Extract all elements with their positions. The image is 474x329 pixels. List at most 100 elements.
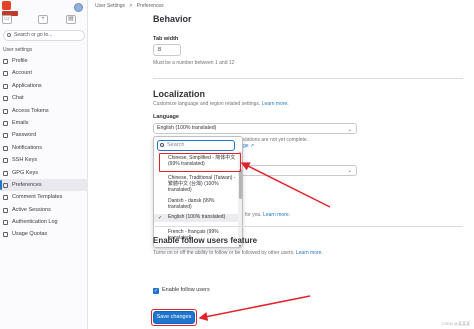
sidebar-item-label: Emails: [12, 119, 29, 126]
sidebar-item-label: Profile: [12, 58, 28, 64]
sidebar-item-preferences[interactable]: Preferences: [0, 178, 88, 192]
preferences-icon: [3, 182, 8, 188]
follow-users-description-text: Turns on or off the ability to follow or…: [153, 250, 295, 256]
sidebar-item-access-tokens[interactable]: Access Tokens: [0, 105, 88, 117]
sidebar-item-authentication-log[interactable]: Authentication Log: [0, 216, 88, 228]
language-select[interactable]: English (100% translated) ⌄: [153, 123, 357, 134]
localization-heading: Localization: [153, 89, 206, 99]
enable-follow-users-label[interactable]: Enable follow users: [162, 287, 210, 293]
key-icon: [3, 158, 8, 164]
language-search-placeholder: Search: [167, 142, 185, 148]
sidebar-item-ssh-keys[interactable]: SSH Keys: [0, 154, 88, 166]
mail-icon: [3, 120, 8, 126]
follow-users-description: Turns on or off the ability to follow or…: [153, 250, 323, 256]
localization-learn-more-link[interactable]: Learn more.: [262, 101, 289, 107]
search-input[interactable]: Search or go to...: [3, 30, 85, 41]
breadcrumb-separator: >: [129, 3, 133, 9]
sidebar-item-label: Comment Templates: [12, 194, 63, 201]
sidebar-item-label: Chat: [12, 95, 24, 102]
first-day-of-week-select[interactable]: ⌄: [239, 165, 357, 176]
language-search-input[interactable]: Search: [157, 140, 235, 151]
search-placeholder: Search or go to...: [14, 32, 53, 38]
watermark: CSDN @某某某: [441, 321, 470, 326]
lock-icon: [3, 133, 8, 139]
external-link-icon: ↗: [249, 143, 255, 149]
tab-width-input[interactable]: 8: [153, 44, 181, 56]
follow-users-learn-more-link[interactable]: Learn more.: [296, 250, 323, 256]
search-icon: [7, 33, 11, 37]
account-icon: [3, 71, 8, 77]
section-divider: [153, 226, 463, 227]
language-option-label: English (100% translated): [168, 214, 226, 220]
sidebar-header: ▭ + ▤: [0, 0, 88, 26]
sidebar-item-label: Active Sessions: [12, 206, 51, 213]
language-label: Language: [153, 114, 179, 120]
user-icon: [3, 59, 8, 64]
sidebar-item-active-sessions[interactable]: Active Sessions: [0, 204, 88, 216]
enable-follow-users-checkbox[interactable]: ✓: [153, 288, 159, 294]
time-preferences-help-text: for you.: [245, 212, 262, 218]
chevron-down-icon: ⌄: [347, 168, 352, 174]
sidebar-item-label: Notifications: [12, 144, 42, 151]
tab-width-label: Tab width: [153, 36, 179, 42]
sidebar-item-label: Applications: [12, 82, 42, 89]
sidebar-item-emails[interactable]: Emails: [0, 117, 88, 129]
search-icon: [160, 143, 164, 147]
applications-icon: [3, 83, 8, 89]
token-icon: [3, 108, 8, 114]
log-icon: [3, 220, 8, 226]
breadcrumb-user-settings[interactable]: User Settings: [95, 3, 125, 9]
localization-description: Customize language and region related se…: [153, 101, 289, 107]
sidebar-section-label: User settings: [3, 47, 33, 53]
monitor-icon: [3, 207, 8, 213]
main-content: Behavior Tab width 8 Must be a number be…: [151, 0, 463, 329]
sidebar-item-usage-quotas[interactable]: Usage Quotas: [0, 228, 88, 240]
chevron-down-icon: ⌄: [347, 127, 352, 133]
avatar[interactable]: [74, 3, 83, 12]
bell-icon: [3, 145, 8, 151]
sidebar-item-comment-templates[interactable]: Comment Templates: [0, 191, 88, 203]
sidebar: ▭ + ▤ Search or go to... User settings P…: [0, 0, 88, 329]
sidebar-item-label: Account: [12, 70, 32, 77]
localization-description-text: Customize language and region related se…: [153, 101, 261, 107]
gitlab-logo-icon[interactable]: [2, 1, 11, 10]
sidebar-item-profile[interactable]: Profile: [0, 55, 88, 67]
check-icon: ✓: [158, 215, 163, 221]
sidebar-item-password[interactable]: Password: [0, 129, 88, 141]
time-preferences-help: for you. Learn more.: [245, 212, 290, 218]
save-changes-button[interactable]: Save changes: [153, 311, 195, 324]
quota-icon: [3, 232, 8, 238]
tab-width-help: Must be a number between 1 and 12: [153, 60, 235, 66]
new-item-icon[interactable]: +: [38, 15, 48, 24]
sidebar-item-label: Preferences: [12, 181, 42, 188]
language-option-label: Danish - dansk (99% translated): [168, 198, 215, 211]
follow-users-heading: Enable follow users feature: [153, 236, 258, 245]
sidebar-item-gpg-keys[interactable]: GPG Keys: [0, 167, 88, 179]
sidebar-item-label: Authentication Log: [12, 219, 58, 226]
sidebar-item-account[interactable]: Account: [0, 67, 88, 79]
sidebar-item-chat[interactable]: Chat: [0, 92, 88, 104]
language-option-label: Chinese, Traditional (Taiwan) - 繁體中文 (台灣…: [168, 175, 236, 194]
language-dropdown-menu: Search Chinese, Simplified - 简体中文 (99% t…: [153, 136, 243, 248]
sidebar-item-notifications[interactable]: Notifications: [0, 142, 88, 154]
todo-icon[interactable]: ▤: [66, 15, 76, 24]
scrollbar-thumb[interactable]: [238, 169, 242, 199]
sidebar-item-label: SSH Keys: [12, 157, 38, 164]
language-select-value: English (100% translated): [157, 125, 217, 131]
language-option-english[interactable]: ✓ English (100% translated): [154, 214, 238, 222]
partial-translation-link[interactable]: ge ↗: [243, 143, 254, 149]
sidebar-toggle-icon[interactable]: ▭: [2, 15, 12, 24]
key-icon: [3, 170, 8, 176]
behavior-heading: Behavior: [153, 14, 192, 24]
comment-icon: [3, 195, 8, 201]
time-preferences-learn-more-link[interactable]: Learn more.: [263, 212, 290, 218]
language-option-chinese-traditional[interactable]: Chinese, Traditional (Taiwan) - 繁體中文 (台灣…: [154, 175, 238, 194]
sidebar-item-label: Usage Quotas: [12, 231, 48, 238]
sidebar-item-applications[interactable]: Applications: [0, 80, 88, 92]
chat-icon: [3, 96, 8, 102]
language-option-danish[interactable]: Danish - dansk (99% translated): [154, 198, 238, 210]
sidebar-nav: Profile Account Applications Chat Access…: [0, 55, 88, 241]
sidebar-item-label: Password: [12, 132, 37, 139]
sidebar-item-label: GPG Keys: [12, 169, 38, 176]
partial-translation-link-text: ge: [243, 143, 249, 149]
